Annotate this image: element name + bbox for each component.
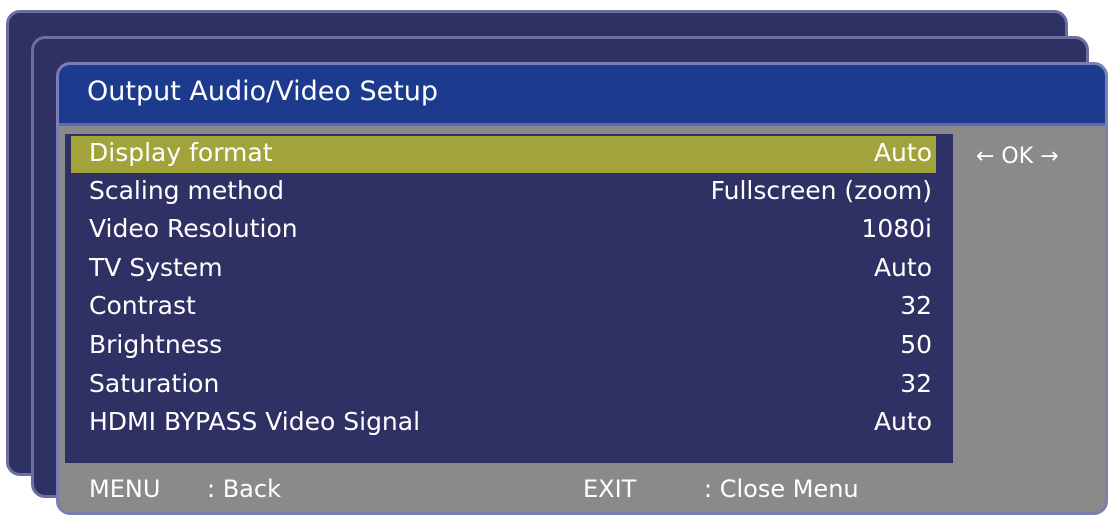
setting-label: Brightness xyxy=(89,330,223,359)
footer-exit-key: EXIT xyxy=(583,475,637,503)
setting-value: 50 xyxy=(900,330,932,359)
setting-value: Auto xyxy=(873,138,932,167)
setting-value: Fullscreen (zoom) xyxy=(710,176,932,205)
setting-label: Scaling method xyxy=(89,176,285,205)
settings-row-scaling-method[interactable]: Scaling method Fullscreen (zoom) xyxy=(71,174,936,211)
setting-label: Video Resolution xyxy=(89,214,298,243)
ok-navigation-hint: ← OK → xyxy=(976,144,1059,169)
setting-label: TV System xyxy=(89,253,223,282)
setting-value: 32 xyxy=(900,369,932,398)
menu-title-bar: Output Audio/Video Setup xyxy=(59,65,1105,126)
settings-row-tv-system[interactable]: TV System Auto xyxy=(71,251,936,288)
footer-menu-key: MENU xyxy=(89,475,161,503)
setting-label: Saturation xyxy=(89,369,220,398)
settings-row-brightness[interactable]: Brightness 50 xyxy=(71,328,936,365)
setting-label: HDMI BYPASS Video Signal xyxy=(89,407,421,436)
settings-row-video-resolution[interactable]: Video Resolution 1080i xyxy=(71,212,936,249)
setting-value: 32 xyxy=(900,291,932,320)
settings-row-contrast[interactable]: Contrast 32 xyxy=(71,289,936,326)
setting-value: 1080i xyxy=(861,214,932,243)
settings-row-display-format[interactable]: Display format Auto xyxy=(71,136,936,173)
setting-value: Auto xyxy=(873,407,932,436)
settings-row-saturation[interactable]: Saturation 32 xyxy=(71,367,936,404)
footer-back-label: : Back xyxy=(207,475,281,503)
setup-menu-panel: Output Audio/Video Setup Display format … xyxy=(56,62,1108,515)
settings-row-hdmi-bypass[interactable]: HDMI BYPASS Video Signal Auto xyxy=(71,405,936,442)
footer-close-menu-label: : Close Menu xyxy=(704,475,859,503)
setting-label: Display format xyxy=(89,138,273,167)
settings-list: Display format Auto Scaling method Fulls… xyxy=(65,134,953,463)
setting-value: Auto xyxy=(873,253,932,282)
setting-label: Contrast xyxy=(89,291,196,320)
menu-title: Output Audio/Video Setup xyxy=(87,76,439,107)
